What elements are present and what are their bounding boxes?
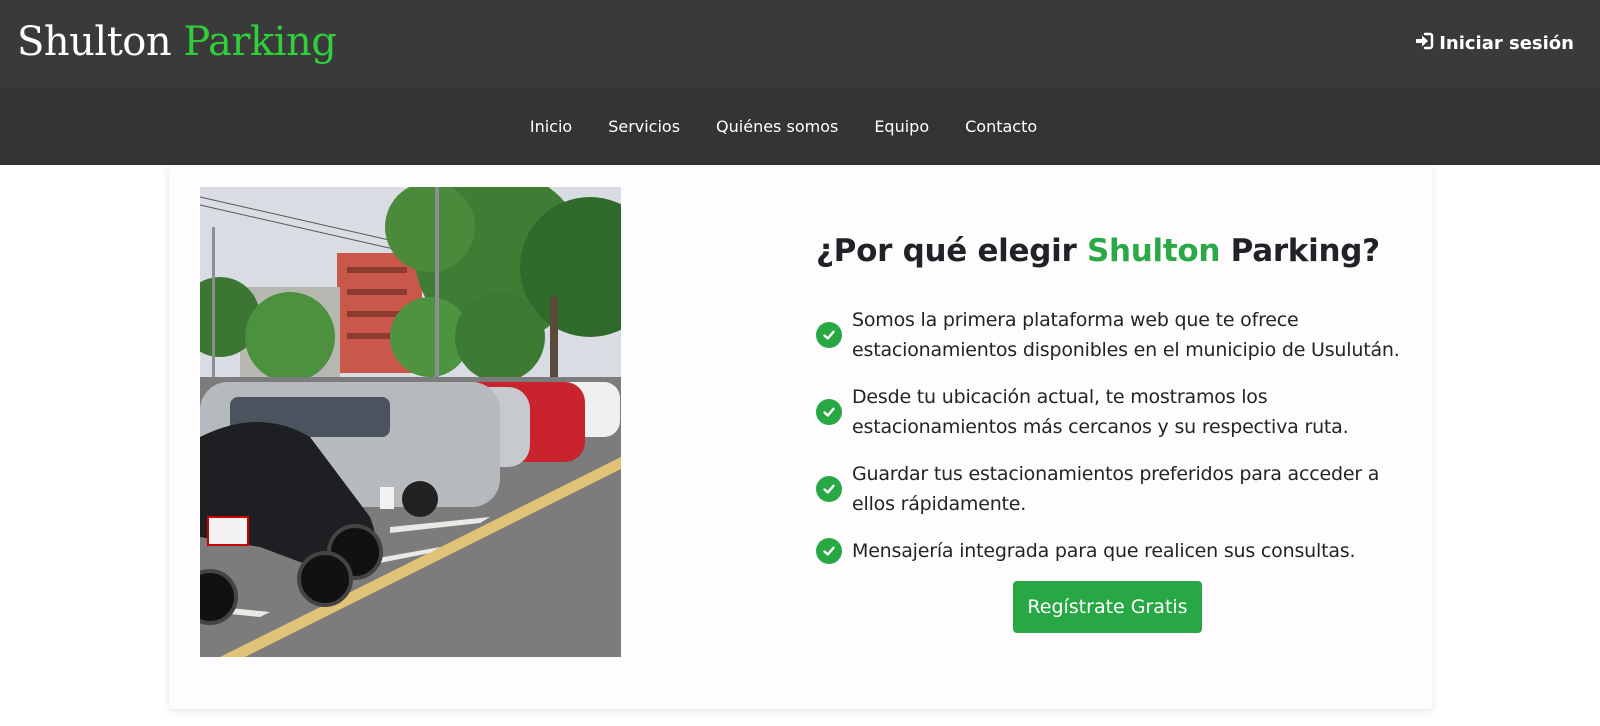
heading-suffix: Parking?: [1220, 233, 1380, 269]
brand-name: Shulton: [17, 19, 172, 65]
brand-name-accent: Parking: [183, 19, 337, 65]
feature-text: Mensajería integrada para que realicen s…: [852, 540, 1356, 562]
nav-item-equipo[interactable]: Equipo: [874, 113, 929, 140]
feature-text: Guardar tus estacionamientos preferidos …: [852, 463, 1380, 515]
feature-text: Desde tu ubicación actual, te mostramos …: [852, 386, 1349, 438]
feature-item: Somos la primera plataforma web que te o…: [816, 305, 1416, 365]
login-button[interactable]: Iniciar sesión: [1414, 30, 1574, 56]
brand-logo[interactable]: Shulton Parking: [17, 16, 337, 68]
top-header: Shulton Parking Iniciar sesión: [0, 0, 1600, 88]
heading-accent: Shulton: [1086, 233, 1221, 269]
feature-item: Desde tu ubicación actual, te mostramos …: [816, 382, 1416, 442]
nav-item-inicio[interactable]: Inicio: [530, 113, 572, 140]
sign-in-icon: [1414, 31, 1434, 56]
section-heading: ¿Por qué elegir Shulton Parking?: [816, 233, 1416, 269]
heading-prefix: ¿Por qué elegir: [816, 233, 1087, 269]
feature-item: Mensajería integrada para que realicen s…: [816, 536, 1416, 566]
main-nav: Inicio Servicios Quiénes somos Equipo Co…: [0, 88, 1600, 165]
login-label: Iniciar sesión: [1439, 32, 1574, 54]
check-circle-icon: [816, 538, 842, 564]
feature-text: Somos la primera plataforma web que te o…: [852, 309, 1400, 361]
check-circle-icon: [816, 399, 842, 425]
nav-item-quienes-somos[interactable]: Quiénes somos: [716, 113, 838, 140]
why-choose-section: ¿Por qué elegir Shulton Parking? Somos l…: [816, 233, 1416, 580]
feature-item: Guardar tus estacionamientos preferidos …: [816, 459, 1416, 519]
check-circle-icon: [816, 476, 842, 502]
register-free-button[interactable]: Regístrate Gratis: [1013, 581, 1202, 633]
nav-item-servicios[interactable]: Servicios: [608, 113, 680, 140]
feature-list: Somos la primera plataforma web que te o…: [816, 305, 1416, 566]
parking-lot-image: [200, 187, 621, 657]
nav-item-contacto[interactable]: Contacto: [965, 113, 1037, 140]
why-choose-card: ¿Por qué elegir Shulton Parking? Somos l…: [169, 165, 1432, 709]
check-circle-icon: [816, 322, 842, 348]
